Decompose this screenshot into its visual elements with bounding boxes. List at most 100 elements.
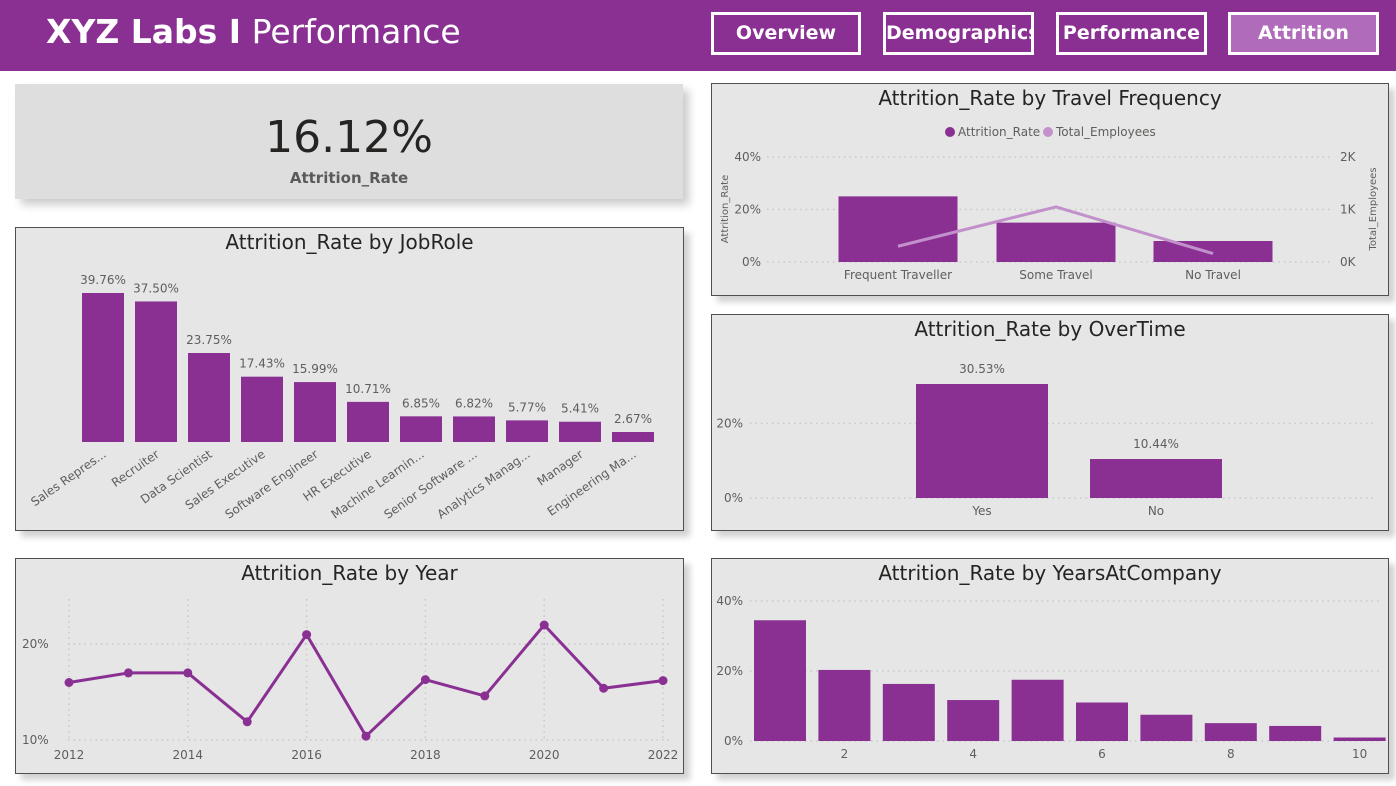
- travel-y-tick: 20%: [734, 203, 761, 217]
- yac-bar: [754, 620, 806, 741]
- yac-x-tick: 8: [1227, 747, 1235, 761]
- overtime-y-tick: 0%: [724, 491, 743, 505]
- jobrole-data-label: 5.77%: [508, 400, 546, 414]
- year-data-point: [599, 683, 609, 693]
- travel-y2-tick: 1K: [1340, 203, 1357, 217]
- nav-performance-button[interactable]: Performance: [1056, 12, 1207, 55]
- travel-bar: [1153, 241, 1273, 262]
- yac-x-tick: 4: [969, 747, 977, 761]
- travel-category-label: No Travel: [1185, 268, 1241, 282]
- jobrole-bar: [506, 420, 548, 442]
- jobrole-chart-card: Attrition_Rate by JobRole 39.76% Sales Re…: [15, 227, 684, 531]
- overtime-category-label: No: [1148, 504, 1164, 518]
- year-x-tick: 2018: [410, 748, 441, 762]
- jobrole-bar: [559, 421, 601, 442]
- jobrole-category-label: Machine Learnin...: [329, 447, 427, 522]
- jobrole-category-label: Engineering Ma...: [545, 447, 639, 519]
- jobrole-bar: [294, 382, 336, 442]
- yac-x-tick: 6: [1098, 747, 1106, 761]
- travel-chart: Attrition_Rate Total_Employees 0% 0K 20% 1K 40…: [720, 125, 1379, 282]
- yac-chart-card: Attrition_Rate by YearsAtCompany 0% 20% 40…: [711, 558, 1389, 774]
- year-y-tick: 20%: [22, 637, 49, 651]
- travel-bar: [838, 196, 958, 262]
- year-chart-card: Attrition_Rate by Year 20% 10% 2012 2014 201…: [15, 558, 684, 774]
- year-x-tick: 2014: [173, 748, 204, 762]
- yac-bar: [882, 683, 935, 741]
- year-data-point: [183, 668, 193, 678]
- jobrole-bar: [612, 431, 654, 442]
- legend-employees-marker: [1043, 127, 1053, 137]
- year-x-tick: 2016: [291, 748, 322, 762]
- year-y-tick: 10%: [22, 733, 49, 747]
- legend-employees-label: Total_Employees: [1055, 125, 1156, 139]
- jobrole-data-label: 6.82%: [455, 396, 493, 410]
- yac-bar: [1333, 737, 1386, 741]
- year-data-point: [302, 630, 312, 640]
- jobrole-category-label: Software Engineer: [222, 447, 320, 522]
- travel-y-tick: 40%: [734, 150, 761, 164]
- overtime-bar: [916, 384, 1048, 498]
- year-data-point: [658, 676, 668, 686]
- year-data-point: [420, 675, 430, 685]
- jobrole-bar: [400, 416, 442, 442]
- overtime-bar: [1090, 459, 1222, 498]
- app-title: XYZ Labs I Performance: [46, 12, 461, 51]
- nav-overview-button[interactable]: Overview: [711, 12, 861, 55]
- year-data-point: [480, 691, 490, 701]
- brand-name: XYZ Labs I: [46, 12, 242, 51]
- jobrole-data-label: 5.41%: [561, 402, 599, 416]
- jobrole-bar: [453, 416, 495, 442]
- jobrole-bar: [135, 301, 177, 442]
- nav-attrition-button[interactable]: Attrition: [1228, 12, 1379, 55]
- kpi-label: Attrition_Rate: [289, 169, 409, 187]
- yac-x-tick: 2: [841, 747, 849, 761]
- year-x-tick: 2012: [54, 748, 85, 762]
- jobrole-bar: [188, 352, 230, 442]
- yac-bar: [1076, 702, 1128, 741]
- overtime-data-label: 30.53%: [959, 362, 1005, 376]
- jobrole-data-label: 15.99%: [292, 362, 338, 376]
- travel-y2-tick: 0K: [1340, 255, 1357, 269]
- jobrole-data-label: 2.67%: [614, 412, 652, 426]
- travel-category-label: Frequent Traveller: [844, 268, 952, 282]
- year-x-tick: 2022: [648, 748, 679, 762]
- yac-chart: 0% 20% 40% 2 4 6 8 10: [716, 594, 1386, 761]
- jobrole-category-label: Sales Repres...: [28, 447, 108, 509]
- jobrole-data-label: 6.85%: [402, 396, 440, 410]
- yac-bar: [818, 669, 871, 741]
- jobrole-bar: [347, 401, 389, 442]
- travel-y2-axis-label: Total_Employees: [1368, 167, 1379, 251]
- overtime-chart: 20% 0% 30.53% Yes 10.44% No: [716, 362, 1377, 518]
- legend-attrition-label: Attrition_Rate: [958, 125, 1040, 139]
- jobrole-category-label: Analytics Manag...: [435, 447, 533, 522]
- year-chart: 20% 10% 2012 2014 2016 2018 2020 2022: [22, 599, 679, 762]
- overtime-chart-card: Attrition_Rate by OverTime 20% 0% 30.53% Ye…: [711, 314, 1389, 531]
- year-data-point: [123, 668, 133, 678]
- travel-chart-card: Attrition_Rate by Travel Frequency Attri…: [711, 83, 1389, 296]
- kpi-value: 16.12%: [265, 112, 433, 163]
- overtime-category-label: Yes: [971, 504, 991, 518]
- jobrole-category-label: Manager: [535, 447, 586, 489]
- year-x-tick: 2020: [529, 748, 560, 762]
- travel-y-tick: 0%: [742, 255, 761, 269]
- overtime-y-tick: 20%: [716, 416, 743, 430]
- jobrole-data-label: 10.71%: [345, 382, 391, 396]
- yac-bar: [1204, 723, 1257, 741]
- year-data-point: [64, 678, 74, 687]
- yac-y-tick: 40%: [716, 594, 743, 608]
- jobrole-data-label: 23.75%: [186, 333, 232, 347]
- jobrole-bar: [82, 293, 124, 442]
- yac-bar: [1140, 714, 1193, 741]
- jobrole-data-label: 39.76%: [80, 273, 126, 287]
- kpi-card: 16.12% Attrition_Rate: [15, 84, 683, 199]
- year-data-point: [361, 731, 371, 741]
- page-name: Performance: [251, 12, 461, 51]
- jobrole-chart: 39.76%Sales Repres...37.50%Recruiter23.7…: [28, 273, 654, 522]
- yac-y-tick: 20%: [716, 664, 743, 678]
- yac-bar: [1269, 725, 1322, 741]
- travel-y-axis-label: Attrition_Rate: [720, 175, 731, 243]
- header-bar: XYZ Labs I Performance Overview Demograp…: [0, 0, 1396, 71]
- yac-bar: [1011, 679, 1064, 741]
- year-series-line: [68, 622, 664, 739]
- nav-demographics-button[interactable]: Demographics: [883, 12, 1034, 55]
